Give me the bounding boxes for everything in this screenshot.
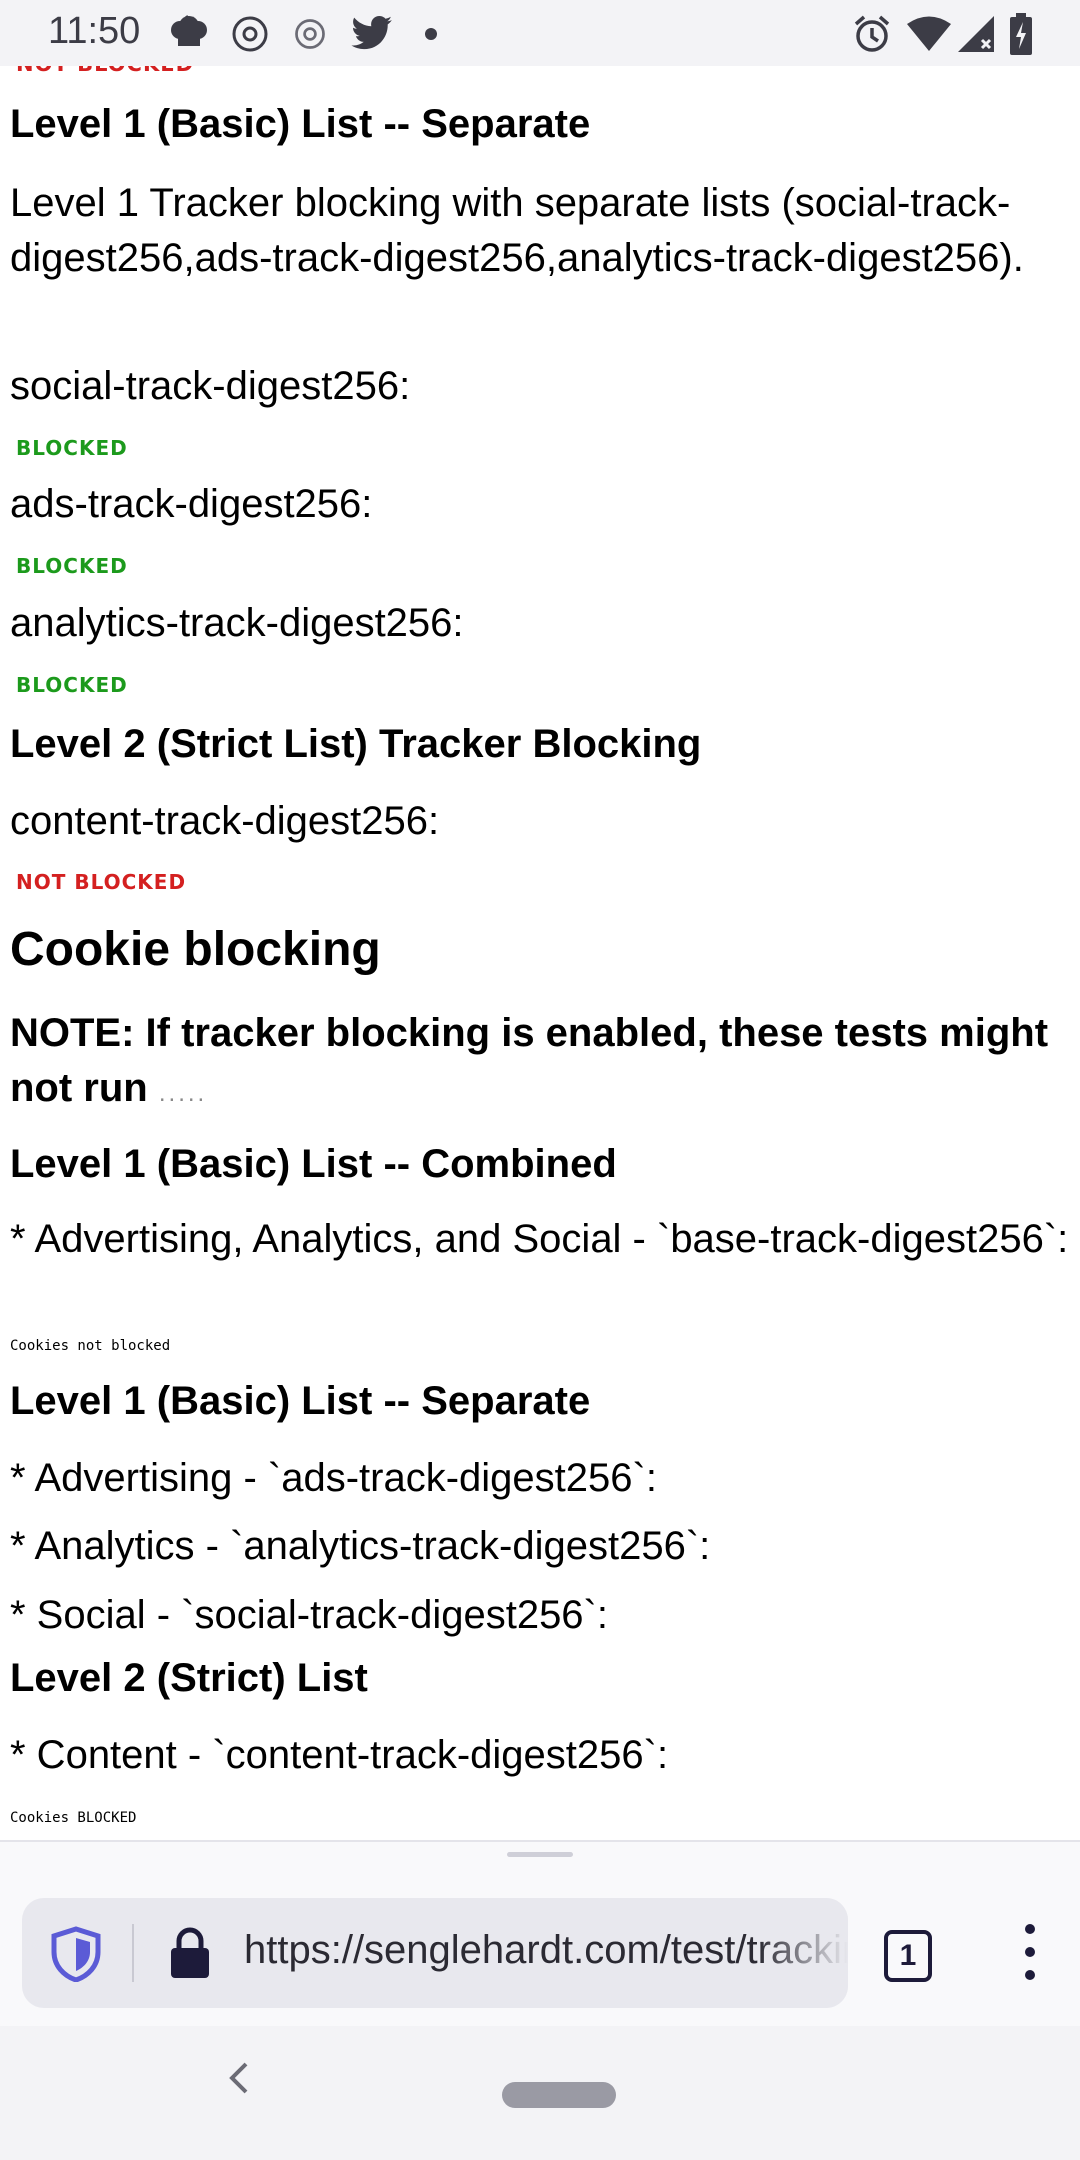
section-heading: Level 1 (Basic) List -- Separate: [10, 1379, 591, 1423]
address-bar-divider: [132, 1924, 134, 1982]
list-item-label: * Advertising - `ads-track-digest256`:: [10, 1456, 657, 1500]
chef-hat-icon: [168, 12, 210, 56]
alarm-icon: [852, 12, 892, 56]
dot-icon: [424, 12, 438, 56]
list-item-label: content-track-digest256:: [10, 799, 440, 843]
url-fade: [758, 1898, 848, 2008]
list-item-label: * Advertising, Analytics, and Social - `…: [10, 1217, 1069, 1261]
status-tag-blocked: BLOCKED: [16, 436, 128, 460]
loading-dots: .....: [158, 1080, 208, 1107]
status-bar: 11:50: [0, 0, 1080, 66]
list-item-label: analytics-track-digest256:: [10, 601, 464, 645]
tab-count: 1: [884, 1930, 932, 1982]
status-tag-not-blocked: NOT BLOCKED: [16, 66, 194, 76]
web-page-content[interactable]: NOT BLOCKED Level 1 (Basic) List -- Sepa…: [10, 66, 1070, 1840]
browser-toolbar: https://senglehardt.com/test/trackingpro…: [0, 1840, 1080, 2028]
menu-kebab-icon[interactable]: [1010, 1920, 1050, 1984]
section-description: Level 1 Tracker blocking with separate l…: [10, 181, 1024, 280]
list-item-label: * Social - `social-track-digest256`:: [10, 1593, 608, 1637]
note-text: NOTE: If tracker blocking is enabled, th…: [10, 1006, 1070, 1121]
status-time: 11:50: [48, 10, 141, 52]
status-tag-not-blocked: NOT BLOCKED: [16, 870, 187, 894]
twitter-icon: [350, 12, 394, 56]
at-sign-icon: [292, 12, 328, 56]
system-navigation-bar: [0, 2026, 1080, 2160]
home-pill[interactable]: [502, 2082, 616, 2108]
section-heading: Level 1 (Basic) List -- Combined: [10, 1142, 617, 1186]
section-heading: Level 2 (Strict) List: [10, 1656, 368, 1700]
list-item-label: * Content - `content-track-digest256`:: [10, 1733, 669, 1777]
section-heading: Level 1 (Basic) List -- Separate: [10, 102, 591, 146]
battery-charging-icon: [1008, 12, 1034, 56]
section-heading: Level 2 (Strict List) Tracker Blocking: [10, 722, 702, 766]
toolbar-drag-handle[interactable]: [507, 1852, 573, 1857]
at-sign-icon: [230, 12, 270, 56]
tabs-button[interactable]: 1: [880, 1922, 940, 1984]
list-item-label: social-track-digest256:: [10, 364, 411, 408]
page-section-title: Cookie blocking: [10, 923, 381, 976]
lock-icon[interactable]: [168, 1926, 212, 1985]
cookie-result: Cookies BLOCKED: [10, 1810, 137, 1826]
status-tag-blocked: BLOCKED: [16, 554, 128, 578]
list-item-label: ads-track-digest256:: [10, 482, 373, 526]
cell-signal-icon: [956, 12, 996, 56]
status-tag-blocked: BLOCKED: [16, 673, 128, 697]
back-chevron-icon[interactable]: [222, 2056, 256, 2105]
shield-icon[interactable]: [50, 1926, 102, 1987]
address-bar[interactable]: https://senglehardt.com/test/trackingpro…: [22, 1898, 848, 2008]
cookie-result: Cookies not blocked: [10, 1338, 171, 1354]
list-item-label: * Analytics - `analytics-track-digest256…: [10, 1524, 711, 1568]
wifi-icon: [906, 12, 952, 56]
